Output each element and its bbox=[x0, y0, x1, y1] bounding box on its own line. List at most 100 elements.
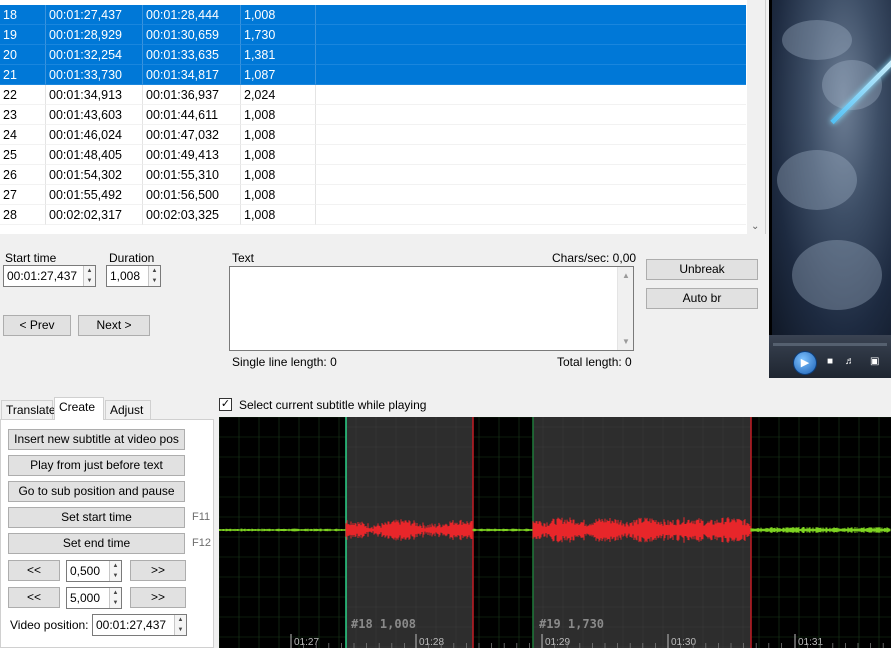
table-row[interactable]: 22 00:01:34,913 00:01:36,937 2,024 bbox=[0, 85, 746, 105]
start-time-cell: 00:01:34,913 bbox=[46, 85, 143, 105]
end-time-cell: 00:02:03,325 bbox=[143, 205, 241, 225]
play-before-text-button[interactable]: Play from just before text bbox=[8, 455, 185, 476]
end-time-cell: 00:01:55,310 bbox=[143, 165, 241, 185]
time-tick-label: 01:30 bbox=[671, 637, 696, 648]
table-row[interactable]: 27 00:01:55,492 00:01:56,500 1,008 bbox=[0, 185, 746, 205]
table-row[interactable]: 25 00:01:48,405 00:01:49,413 1,008 bbox=[0, 145, 746, 165]
duration-input[interactable]: 1,008 ▲ ▼ bbox=[106, 265, 161, 287]
duration-cell: 1,008 bbox=[241, 185, 316, 205]
start-time-value: 00:01:27,437 bbox=[7, 269, 78, 283]
duration-cell: 2,024 bbox=[241, 85, 316, 105]
select-current-checkbox[interactable]: ✓ bbox=[219, 398, 232, 411]
video-player[interactable]: ▶ ■ ♬ ▣ bbox=[769, 0, 891, 378]
start-time-cell: 00:01:28,929 bbox=[46, 25, 143, 45]
text-cell bbox=[316, 205, 746, 225]
duration-label: Duration bbox=[109, 251, 155, 265]
text-cell bbox=[316, 105, 746, 125]
step-forward-large-button[interactable]: >> bbox=[130, 587, 186, 608]
video-position-input[interactable]: 00:01:27,437 ▲ ▼ bbox=[92, 614, 187, 636]
video-seek-bar[interactable] bbox=[773, 343, 887, 346]
unbreak-button[interactable]: Unbreak bbox=[646, 259, 758, 280]
start-time-input[interactable]: 00:01:27,437 ▲ ▼ bbox=[3, 265, 96, 287]
play-icon[interactable]: ▶ bbox=[793, 351, 817, 375]
small-step-input[interactable]: 0,500 ▲ ▼ bbox=[66, 560, 122, 582]
table-row[interactable]: 18 00:01:27,437 00:01:28,444 1,008 bbox=[0, 5, 746, 25]
table-row[interactable]: 23 00:01:43,603 00:01:44,611 1,008 bbox=[0, 105, 746, 125]
create-tab-page: Insert new subtitle at video pos Play fr… bbox=[0, 419, 214, 648]
small-step-spinner[interactable]: ▲ ▼ bbox=[109, 561, 121, 581]
time-tick-label: 01:29 bbox=[545, 637, 570, 648]
large-step-spinner[interactable]: ▲ ▼ bbox=[109, 588, 121, 608]
end-time-cell: 00:01:56,500 bbox=[143, 185, 241, 205]
large-step-value: 5,000 bbox=[70, 591, 101, 605]
row-number-cell: 27 bbox=[0, 185, 46, 205]
table-row[interactable]: 20 00:01:32,254 00:01:33,635 1,381 bbox=[0, 45, 746, 65]
end-time-cell: 00:01:30,659 bbox=[143, 25, 241, 45]
auto-br-button[interactable]: Auto br bbox=[646, 288, 758, 309]
insert-subtitle-button[interactable]: Insert new subtitle at video pos bbox=[8, 429, 185, 450]
scroll-down-icon[interactable]: ⌄ bbox=[751, 221, 759, 232]
waveform-header: ✓ Select current subtitle while playing bbox=[214, 396, 891, 416]
row-number-cell: 21 bbox=[0, 65, 46, 85]
volume-icon[interactable]: ♬ bbox=[845, 356, 855, 368]
step-back-large-button[interactable]: << bbox=[8, 587, 60, 608]
row-number-cell: 28 bbox=[0, 205, 46, 225]
duration-cell: 1,008 bbox=[241, 145, 316, 165]
duration-cell: 1,087 bbox=[241, 65, 316, 85]
region-19-label: #19 1,730 bbox=[539, 617, 604, 631]
start-time-spinner[interactable]: ▲ ▼ bbox=[83, 266, 95, 286]
step-back-small-button[interactable]: << bbox=[8, 560, 60, 581]
chars-per-sec: Chars/sec: 0,00 bbox=[552, 251, 637, 265]
text-cell bbox=[316, 125, 746, 145]
tab-adjust[interactable]: Adjust bbox=[105, 400, 151, 419]
next-button[interactable]: Next > bbox=[78, 315, 150, 336]
text-cell bbox=[316, 85, 746, 105]
scroll-down-icon[interactable]: ▼ bbox=[622, 337, 630, 346]
row-number-cell: 26 bbox=[0, 165, 46, 185]
region-18-label: #18 1,008 bbox=[351, 617, 416, 631]
table-row-partial[interactable] bbox=[0, 225, 746, 234]
subtitle-grid[interactable]: 18 00:01:27,437 00:01:28,444 1,008 19 00:01:2… bbox=[0, 0, 766, 234]
set-end-time-button[interactable]: Set end time bbox=[8, 533, 185, 554]
scroll-up-icon[interactable]: ▲ bbox=[622, 271, 630, 280]
set-start-time-button[interactable]: Set start time bbox=[8, 507, 185, 528]
tab-translate[interactable]: Translate bbox=[1, 400, 56, 419]
start-time-cell: 00:01:32,254 bbox=[46, 45, 143, 65]
text-cell bbox=[316, 45, 746, 65]
time-tick-label: 01:28 bbox=[419, 637, 444, 648]
text-area-scrollbar[interactable]: ▲ ▼ bbox=[617, 267, 633, 350]
grid-vertical-scrollbar[interactable]: ⌄ bbox=[747, 0, 765, 234]
duration-cell: 1,008 bbox=[241, 125, 316, 145]
small-step-value: 0,500 bbox=[70, 564, 101, 578]
end-time-cell: 00:01:28,444 bbox=[143, 5, 241, 25]
goto-sub-position-button[interactable]: Go to sub position and pause bbox=[8, 481, 185, 502]
duration-cell: 1,008 bbox=[241, 105, 316, 125]
fullscreen-icon[interactable]: ▣ bbox=[870, 356, 879, 368]
large-step-input[interactable]: 5,000 ▲ ▼ bbox=[66, 587, 122, 609]
subtitle-text-area[interactable]: ▲ ▼ bbox=[229, 266, 634, 351]
start-time-cell: 00:01:27,437 bbox=[46, 5, 143, 25]
table-row[interactable]: 28 00:02:02,317 00:02:03,325 1,008 bbox=[0, 205, 746, 225]
video-controls: ▶ ■ ♬ ▣ bbox=[769, 335, 891, 378]
text-cell bbox=[316, 5, 746, 25]
start-time-cell: 00:02:02,317 bbox=[46, 205, 143, 225]
duration-spinner[interactable]: ▲ ▼ bbox=[148, 266, 160, 286]
table-row[interactable]: 19 00:01:28,929 00:01:30,659 1,730 bbox=[0, 25, 746, 45]
step-forward-small-button[interactable]: >> bbox=[130, 560, 186, 581]
table-row[interactable]: 21 00:01:33,730 00:01:34,817 1,087 bbox=[0, 65, 746, 85]
audio-waveform[interactable]: #18 1,008 #19 1,730 01:27 01:28 01:29 01:30… bbox=[219, 417, 891, 648]
tab-create[interactable]: Create bbox=[54, 397, 104, 420]
table-row[interactable]: 24 00:01:46,024 00:01:47,032 1,008 bbox=[0, 125, 746, 145]
start-time-cell: 00:01:43,603 bbox=[46, 105, 143, 125]
duration-cell: 1,381 bbox=[241, 45, 316, 65]
text-label: Text bbox=[232, 251, 255, 265]
table-row[interactable]: 26 00:01:54,302 00:01:55,310 1,008 bbox=[0, 165, 746, 185]
video-position-spinner[interactable]: ▲ ▼ bbox=[174, 615, 186, 635]
time-tick-label: 01:31 bbox=[798, 637, 823, 648]
tools-tab-control: Translate Create Adjust Insert new subti… bbox=[0, 396, 214, 648]
stop-icon[interactable]: ■ bbox=[827, 356, 833, 368]
prev-button[interactable]: < Prev bbox=[3, 315, 71, 336]
start-time-cell: 00:01:54,302 bbox=[46, 165, 143, 185]
text-cell bbox=[316, 185, 746, 205]
row-number-cell: 23 bbox=[0, 105, 46, 125]
